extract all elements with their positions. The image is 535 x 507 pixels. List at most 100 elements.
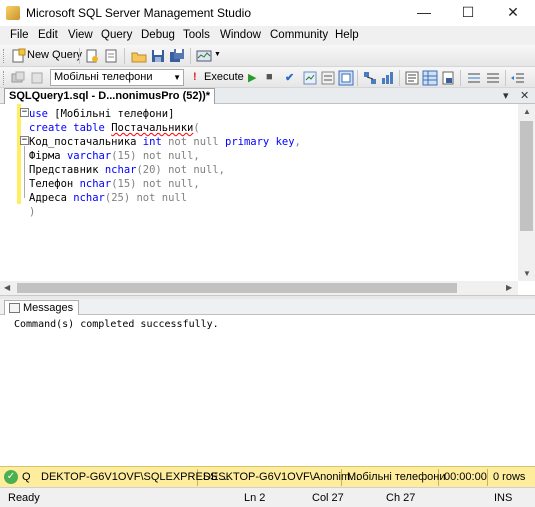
code-line[interactable]: ) xyxy=(29,205,35,219)
query-status-bar: ✓ Q DEKTOP-G6V1OVF\SQLEXPRESS ... DESKTO… xyxy=(0,466,535,487)
scroll-left-icon[interactable]: ◀ xyxy=(4,283,10,292)
messages-icon xyxy=(9,303,20,313)
scroll-thumb[interactable] xyxy=(17,283,457,293)
results-to-text-icon[interactable] xyxy=(404,70,420,86)
toolbar-grip[interactable] xyxy=(3,49,6,63)
editor-horizontal-scrollbar[interactable]: ◀ ▶ xyxy=(0,281,518,295)
minimize-button[interactable]: — xyxy=(402,0,446,26)
ssms-app-icon xyxy=(6,6,20,20)
include-actual-plan-icon[interactable] xyxy=(362,70,378,86)
scroll-down-icon[interactable]: ▼ xyxy=(523,269,531,278)
code-token: (15) xyxy=(111,178,143,190)
code-token: Телефон xyxy=(29,178,80,190)
toolbar-separator xyxy=(505,70,506,86)
client-statistics-icon[interactable] xyxy=(380,70,396,86)
new-query-icon[interactable] xyxy=(10,48,26,64)
dropdown-arrow-icon[interactable]: ▼ xyxy=(214,51,221,58)
insert-mode: INS xyxy=(494,492,513,504)
server-name: DEKTOP-G6V1OVF\SQLEXPRESS ... xyxy=(38,469,230,486)
menu-window[interactable]: Window xyxy=(220,29,261,41)
code-token: create xyxy=(29,122,67,134)
code-line[interactable]: create table Постачальники( xyxy=(29,121,200,135)
row-count: 0 rows xyxy=(493,471,526,483)
menu-query[interactable]: Query xyxy=(101,29,132,41)
menu-file[interactable]: File xyxy=(10,29,29,41)
code-token: , xyxy=(218,164,225,176)
code-token: Фірма xyxy=(29,150,67,162)
scroll-up-icon[interactable]: ▲ xyxy=(523,107,531,116)
standard-toolbar: New Query ▼ xyxy=(0,45,535,67)
new-file-icon[interactable] xyxy=(84,48,100,64)
tab-dropdown-icon[interactable]: ▾ xyxy=(503,89,509,102)
toolbar-separator xyxy=(79,48,80,64)
menu-view[interactable]: View xyxy=(68,29,93,41)
editor-vertical-scrollbar[interactable]: ▲ ▼ xyxy=(518,104,535,281)
connect-icon[interactable] xyxy=(10,70,26,86)
decrease-indent-icon[interactable] xyxy=(510,70,526,86)
menu-debug[interactable]: Debug xyxy=(141,29,175,41)
change-connection-icon[interactable] xyxy=(29,70,45,86)
collapse-icon[interactable]: − xyxy=(20,108,29,117)
change-tracking-bar xyxy=(17,104,21,204)
scroll-thumb[interactable] xyxy=(520,121,533,231)
open-folder-icon[interactable] xyxy=(131,48,147,64)
chevron-down-icon: ▼ xyxy=(173,73,181,82)
query-options-icon[interactable] xyxy=(320,70,336,86)
code-line[interactable]: Телефон nchar(15) not null, xyxy=(29,177,200,191)
menu-community[interactable]: Community xyxy=(270,29,328,41)
code-token: (15) xyxy=(111,150,143,162)
execute-icon: ! xyxy=(193,71,197,83)
code-token: not null xyxy=(168,164,219,176)
results-tab-strip: Messages xyxy=(0,299,535,315)
toolbar-separator xyxy=(190,48,191,64)
code-token: table xyxy=(73,122,105,134)
elapsed-time: 00:00:00 xyxy=(441,469,488,486)
tab-messages[interactable]: Messages xyxy=(4,300,80,315)
code-token: , xyxy=(294,136,301,148)
menu-edit[interactable]: Edit xyxy=(38,29,58,41)
save-icon[interactable] xyxy=(150,48,166,64)
toolbar-grip[interactable] xyxy=(3,71,6,85)
cancel-query-icon[interactable]: ■ xyxy=(266,71,273,83)
code-token: not null xyxy=(168,136,219,148)
new-query-button[interactable]: New Query xyxy=(27,49,82,61)
toolbar-separator xyxy=(399,70,400,86)
intellisense-toggle-icon[interactable] xyxy=(338,70,354,86)
results-panel: Messages Command(s) completed successful… xyxy=(0,299,535,463)
menu-help[interactable]: Help xyxy=(335,29,359,41)
window-title: Microsoft SQL Server Management Studio xyxy=(26,6,251,20)
code-editor[interactable]: − − use [Мобільні телефони] create table … xyxy=(0,104,518,281)
activity-monitor-icon[interactable] xyxy=(196,48,212,64)
results-to-grid-icon[interactable] xyxy=(422,70,438,86)
results-to-file-icon[interactable] xyxy=(440,70,456,86)
debug-play-icon[interactable]: ▶ xyxy=(248,71,256,84)
document-icon[interactable] xyxy=(103,48,119,64)
line-number: Ln 2 xyxy=(244,492,266,504)
code-token: Код_постачальника xyxy=(29,136,143,148)
database-selector[interactable]: Мобільні телефони ▼ xyxy=(50,69,184,86)
close-tab-icon[interactable]: ✕ xyxy=(520,89,529,102)
code-token: , xyxy=(193,178,200,190)
code-line[interactable]: Представник nchar(20) not null, xyxy=(29,163,225,177)
parse-checkmark-icon[interactable]: ✔ xyxy=(285,71,294,84)
toolbar-separator xyxy=(460,70,461,86)
comment-lines-icon[interactable] xyxy=(466,70,482,86)
save-all-icon[interactable] xyxy=(169,48,185,64)
code-token: ) xyxy=(29,206,36,218)
display-plan-icon[interactable] xyxy=(302,70,318,86)
collapse-icon[interactable]: − xyxy=(20,136,29,145)
code-line[interactable]: use [Мобільні телефони] xyxy=(29,107,174,121)
menu-tools[interactable]: Tools xyxy=(183,29,210,41)
uncomment-lines-icon[interactable] xyxy=(485,70,501,86)
code-token: , xyxy=(193,150,200,162)
scroll-right-icon[interactable]: ▶ xyxy=(506,283,512,292)
document-tab-strip: SQLQuery1.sql - D...nonimusPro (52))* ▾ … xyxy=(0,88,535,104)
code-line[interactable]: Адреса nchar(25) not null xyxy=(29,191,187,205)
code-line[interactable]: Фірма varchar(15) not null, xyxy=(29,149,200,163)
query-editor-panel: SQLQuery1.sql - D...nonimusPro (52))* ▾ … xyxy=(0,88,535,295)
close-button[interactable]: ✕ xyxy=(491,0,535,26)
tab-sqlquery1[interactable]: SQLQuery1.sql - D...nonimusPro (52))* xyxy=(4,88,216,104)
code-line[interactable]: Код_постачальника int not null primary k… xyxy=(29,135,301,149)
maximize-button[interactable]: ☐ xyxy=(446,0,490,26)
execute-button[interactable]: Execute xyxy=(204,71,244,83)
